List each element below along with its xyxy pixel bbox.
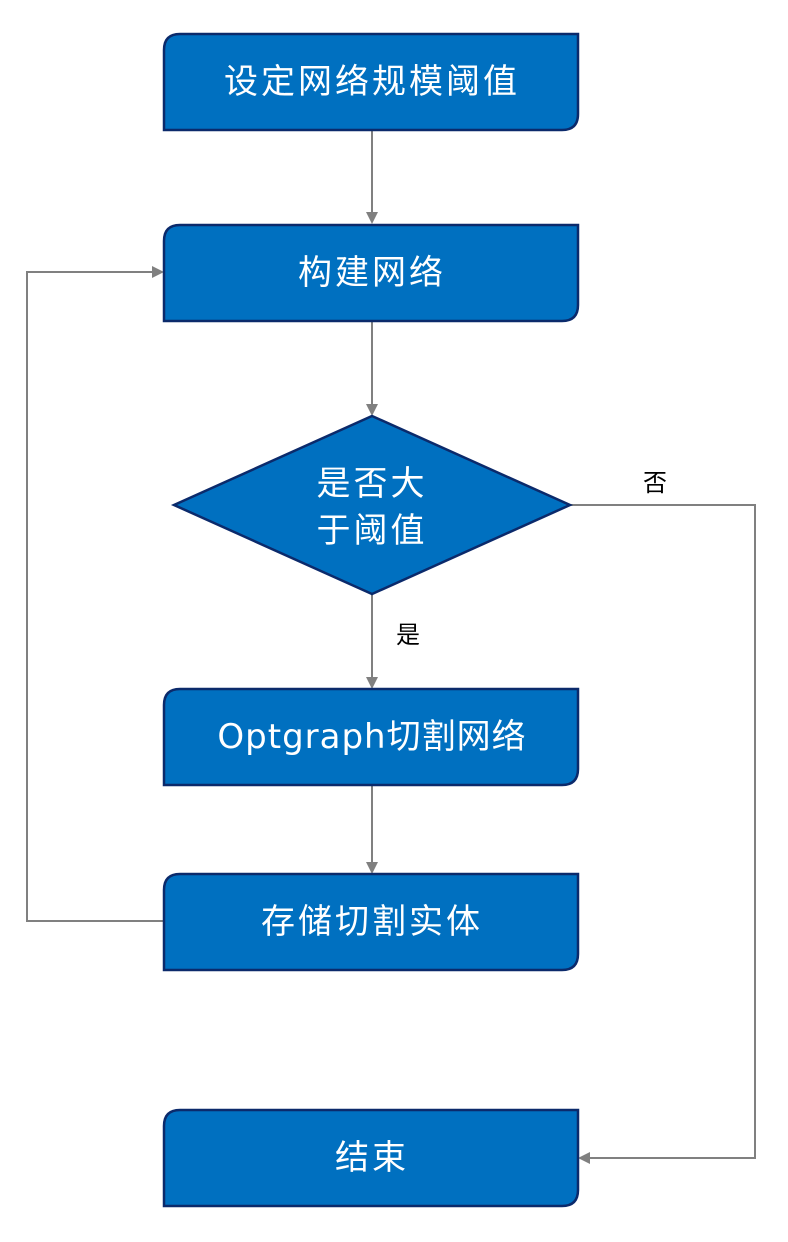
flowchart: 设定网络规模阈值 构建网络 是否大 于阈值 Optgraph切割网络 存储切割实… — [26, 32, 756, 1208]
node-end-label: 结束 — [335, 1138, 409, 1178]
node-end: 结束 — [162, 1108, 580, 1208]
edge-store-loop-back — [26, 266, 164, 922]
edge-label-no: 否 — [643, 469, 667, 497]
node-store-entities: 存储切割实体 — [162, 872, 580, 972]
node-store-entities-label: 存储切割实体 — [261, 902, 483, 942]
edge-label-yes: 是 — [396, 621, 420, 649]
node-decision-label-line2: 于阈值 — [317, 511, 428, 551]
node-cut-network-label: Optgraph切割网络 — [217, 717, 526, 757]
node-decision-label-line1: 是否大 — [317, 464, 428, 504]
node-set-threshold-label: 设定网络规模阈值 — [224, 62, 520, 102]
node-build-network: 构建网络 — [162, 223, 580, 323]
node-set-threshold: 设定网络规模阈值 — [162, 32, 580, 132]
edge-decision-no — [570, 504, 756, 1164]
node-build-network-label: 构建网络 — [298, 253, 446, 293]
node-cut-network: Optgraph切割网络 — [162, 687, 580, 787]
node-decision: 是否大 于阈值 — [170, 414, 574, 596]
